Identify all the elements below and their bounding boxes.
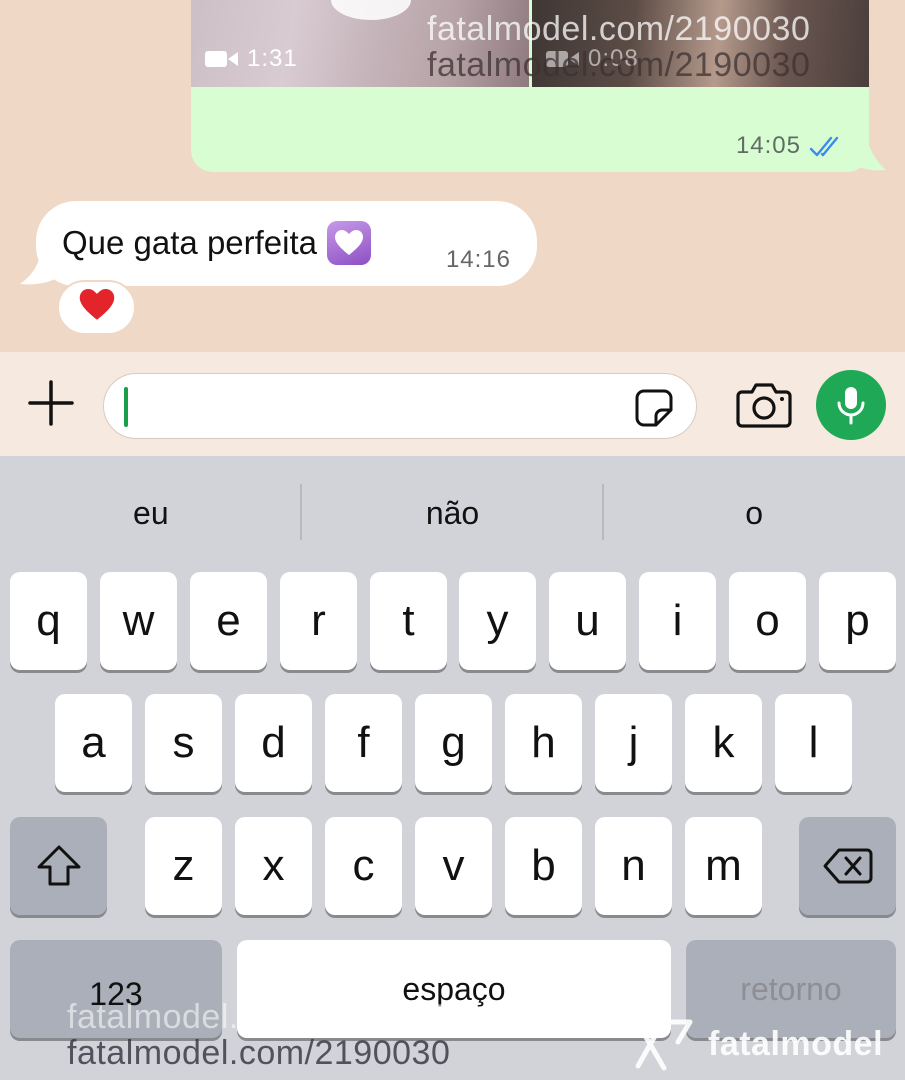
key-k[interactable]: k: [685, 694, 762, 792]
bubble-tail: [20, 246, 60, 285]
key-r[interactable]: r: [280, 572, 357, 670]
key-m[interactable]: m: [685, 817, 762, 915]
key-u[interactable]: u: [549, 572, 626, 670]
video-duration: 1:31: [247, 45, 298, 72]
numbers-key[interactable]: 123: [10, 940, 222, 1038]
brand-watermark: fatalmodel: [630, 1016, 883, 1072]
space-key[interactable]: espaço: [237, 940, 671, 1038]
incoming-message-bubble[interactable]: Que gata perfeita 14:16: [36, 201, 537, 286]
key-d[interactable]: d: [235, 694, 312, 792]
video-camera-icon: [546, 51, 579, 67]
key-j[interactable]: j: [595, 694, 672, 792]
key-c[interactable]: c: [325, 817, 402, 915]
key-o[interactable]: o: [729, 572, 806, 670]
brand-name: fatalmodel: [708, 1024, 884, 1063]
video-camera-icon: [205, 51, 238, 67]
divider: [602, 484, 604, 540]
suggestion-item[interactable]: não: [302, 480, 604, 546]
key-s[interactable]: s: [145, 694, 222, 792]
key-z[interactable]: z: [145, 817, 222, 915]
key-f[interactable]: f: [325, 694, 402, 792]
plus-icon[interactable]: [26, 378, 76, 428]
shift-icon: [37, 845, 80, 886]
backspace-icon: [823, 848, 872, 884]
key-l[interactable]: l: [775, 694, 852, 792]
sticker-icon[interactable]: [634, 388, 674, 428]
key-b[interactable]: b: [505, 817, 582, 915]
key-q[interactable]: q: [10, 572, 87, 670]
message-input-field[interactable]: [103, 373, 697, 439]
suggestion-item[interactable]: eu: [0, 480, 302, 546]
purple-heart-emoji: [327, 221, 372, 265]
outgoing-message-bubble[interactable]: 1:31 0:08 14:05: [191, 0, 869, 172]
brand-logo-icon: [633, 1017, 693, 1071]
key-i[interactable]: i: [639, 572, 716, 670]
key-x[interactable]: x: [235, 817, 312, 915]
key-t[interactable]: t: [370, 572, 447, 670]
key-g[interactable]: g: [415, 694, 492, 792]
heart-reaction-icon: [79, 289, 115, 326]
key-w[interactable]: w: [100, 572, 177, 670]
double-check-icon: [809, 136, 839, 157]
message-text: Que gata perfeita: [62, 224, 318, 261]
key-y[interactable]: y: [459, 572, 536, 670]
key-n[interactable]: n: [595, 817, 672, 915]
key-e[interactable]: e: [190, 572, 267, 670]
video-thumbnail[interactable]: 1:31: [191, 0, 529, 87]
message-input-bar: [0, 352, 905, 456]
bubble-tail: [852, 134, 886, 171]
message-reaction[interactable]: [57, 280, 136, 335]
keyboard: eu não o q w e r t y u i o p a s d f g h…: [0, 456, 905, 1080]
backspace-key[interactable]: [799, 817, 896, 915]
chat-area: 1:31 0:08 14:05 Que gata perfeita 14:16: [0, 0, 905, 352]
video-thumbnail[interactable]: 0:08: [532, 0, 869, 87]
shift-key[interactable]: [10, 817, 107, 915]
message-time: 14:16: [445, 246, 511, 273]
text-cursor: [124, 387, 128, 427]
key-v[interactable]: v: [415, 817, 492, 915]
key-h[interactable]: h: [505, 694, 582, 792]
video-duration: 0:08: [588, 45, 639, 72]
key-a[interactable]: a: [55, 694, 132, 792]
message-time: 14:05: [735, 132, 801, 159]
microphone-button[interactable]: [816, 370, 886, 440]
divider: [300, 484, 302, 540]
camera-icon[interactable]: [736, 380, 792, 430]
microphone-icon: [837, 387, 865, 425]
suggestion-bar: eu não o: [0, 480, 905, 546]
suggestion-item[interactable]: o: [603, 480, 905, 546]
key-p[interactable]: p: [819, 572, 896, 670]
message-input[interactable]: [134, 384, 614, 430]
